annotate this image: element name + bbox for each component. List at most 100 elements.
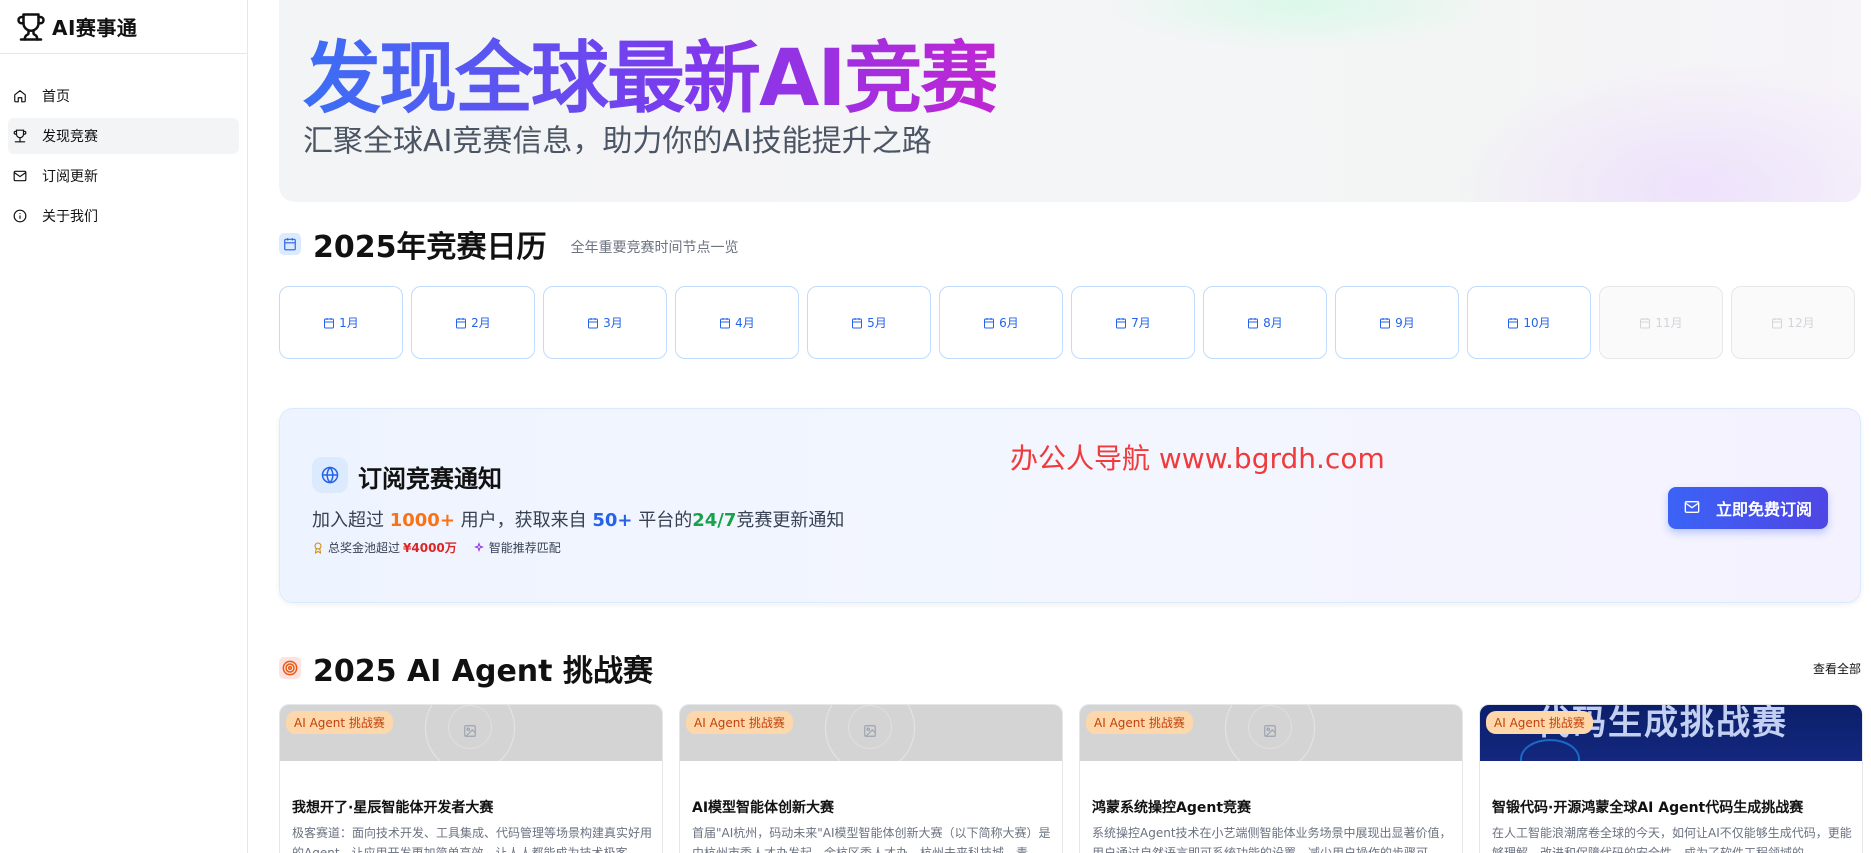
- card-title: 智锻代码·开源鸿蒙全球AI Agent代码生成挑战赛: [1492, 800, 1804, 816]
- sidebar-item-label: 关于我们: [42, 209, 98, 225]
- competition-card-list: AI Agent 挑战赛 我想开了·星辰智能体开发者大赛 极客赛道：面向技术开发…: [279, 704, 1863, 853]
- month-label: 12月: [1787, 316, 1815, 330]
- sidebar-item-discover[interactable]: 发现竞赛: [8, 118, 239, 154]
- category-badge: AI Agent 挑战赛: [1486, 711, 1593, 734]
- trophy-icon: [12, 128, 28, 144]
- home-icon: [12, 88, 28, 104]
- image-icon: [1264, 725, 1276, 737]
- card-description: 系统操控Agent技术在小艺端侧智能体业务场景中展现出显著价值，用户通过自然语言…: [1092, 826, 1452, 853]
- calendar-icon: [279, 233, 301, 255]
- sidebar-item-about[interactable]: 关于我们: [8, 198, 239, 234]
- month-button[interactable]: 6月: [939, 286, 1063, 359]
- month-button[interactable]: 1月: [279, 286, 403, 359]
- competition-card[interactable]: AI Agent 挑战赛 我想开了·星辰智能体开发者大赛 极客赛道：面向技术开发…: [279, 704, 663, 853]
- users-count: 1000+: [389, 510, 455, 531]
- agent-section-header: 2025 AI Agent 挑战赛: [279, 648, 653, 689]
- sidebar-item-home[interactable]: 首页: [8, 78, 239, 114]
- match-tag: 智能推荐匹配: [473, 539, 561, 556]
- month-label: 9月: [1395, 316, 1415, 330]
- image-icon: [864, 725, 876, 737]
- subscribe-button[interactable]: 立即免费订阅: [1668, 487, 1828, 529]
- brand-title: AI赛事通: [52, 16, 138, 40]
- watermark-text: 办公人导航 www.bgrdh.com: [1010, 442, 1385, 475]
- month-button[interactable]: 10月: [1467, 286, 1591, 359]
- calendar-icon: [1771, 317, 1783, 329]
- calendar-header: 2025年竞赛日历 全年重要竞赛时间节点一览: [279, 224, 739, 265]
- trophy-icon: [17, 12, 45, 41]
- agent-section-title: 2025 AI Agent 挑战赛: [313, 654, 653, 689]
- month-label: 2月: [471, 316, 491, 330]
- sidebar-item-label: 订阅更新: [42, 169, 98, 185]
- calendar-icon: [851, 317, 863, 329]
- month-button[interactable]: 3月: [543, 286, 667, 359]
- subscribe-description: 加入超过 1000+ 用户，获取来自 50+ 平台的24/7竞赛更新通知: [312, 506, 844, 532]
- prize-tag: 总奖金池超过 ¥4000万: [312, 539, 457, 556]
- sidebar-item-subscribe[interactable]: 订阅更新: [8, 158, 239, 194]
- brand[interactable]: AI赛事通: [0, 0, 247, 54]
- card-description: 极客赛道：面向技术开发、工具集成、代码管理等场景构建真实好用的Agent，让应用…: [292, 826, 653, 853]
- platform-count: 50+: [592, 510, 633, 531]
- calendar-icon: [719, 317, 731, 329]
- category-badge: AI Agent 挑战赛: [686, 711, 793, 734]
- prize-value: ¥4000万: [403, 541, 457, 555]
- competition-card[interactable]: AI Agent 挑战赛 AI模型智能体创新大赛 首届"AI杭州，码动未来"AI…: [679, 704, 1063, 853]
- hero-banner: 发现全球最新AI竞赛 汇聚全球AI竞赛信息，助力你的AI技能提升之路: [279, 0, 1861, 202]
- month-label: 11月: [1655, 316, 1683, 330]
- calendar-icon: [1379, 317, 1391, 329]
- month-button: 11月: [1599, 286, 1723, 359]
- target-icon: [279, 657, 301, 679]
- mail-icon: [1684, 499, 1702, 517]
- calendar-icon: [1639, 317, 1651, 329]
- sidebar-nav: 首页 发现竞赛 订阅更新 关于我们: [0, 54, 247, 234]
- month-label: 10月: [1523, 316, 1551, 330]
- card-description: 在人工智能浪潮席卷全球的今天，如何让AI不仅能够生成代码，更能够理解、改进和保障…: [1492, 826, 1852, 853]
- month-button[interactable]: 7月: [1071, 286, 1195, 359]
- calendar-icon: [1247, 317, 1259, 329]
- calendar-icon: [983, 317, 995, 329]
- calendar-icon: [587, 317, 599, 329]
- match-label: 智能推荐匹配: [488, 541, 561, 555]
- category-badge: AI Agent 挑战赛: [1086, 711, 1193, 734]
- sparkles-icon: [473, 541, 484, 552]
- card-title: AI模型智能体创新大赛: [692, 800, 835, 816]
- image-icon: [464, 725, 476, 737]
- month-button[interactable]: 5月: [807, 286, 931, 359]
- info-icon: [12, 208, 28, 224]
- card-title: 鸿蒙系统操控Agent竞赛: [1092, 800, 1252, 816]
- month-label: 3月: [603, 316, 623, 330]
- text-part: 平台的: [632, 510, 693, 531]
- sidebar-item-label: 发现竞赛: [42, 129, 98, 145]
- text-part: 竞赛更新通知: [736, 510, 845, 531]
- award-icon: [314, 542, 322, 554]
- card-title: 我想开了·星辰智能体开发者大赛: [292, 800, 494, 816]
- category-badge: AI Agent 挑战赛: [286, 711, 393, 734]
- subscribe-card: 订阅竞赛通知 办公人导航 www.bgrdh.com 加入超过 1000+ 用户…: [279, 408, 1861, 603]
- month-button[interactable]: 4月: [675, 286, 799, 359]
- calendar-icon: [455, 317, 467, 329]
- hero-subtitle: 汇聚全球AI竞赛信息，助力你的AI技能提升之路: [303, 124, 932, 159]
- main-content: 发现全球最新AI竞赛 汇聚全球AI竞赛信息，助力你的AI技能提升之路 2025年…: [249, 0, 1871, 853]
- always-on-label: 24/7: [692, 510, 737, 531]
- competition-card[interactable]: AI Agent 挑战赛 鸿蒙系统操控Agent竞赛 系统操控Agent技术在小…: [1079, 704, 1463, 853]
- month-list: 1月 2月 3月 4月 5月 6月 7月 8月 9月 10月 11月 12月: [279, 286, 1855, 359]
- view-all-link[interactable]: 查看全部: [1813, 660, 1861, 677]
- calendar-icon: [1115, 317, 1127, 329]
- competition-card[interactable]: 代码生成挑战赛 AI Agent 挑战赛 智锻代码·开源鸿蒙全球AI Agent…: [1479, 704, 1863, 853]
- month-button[interactable]: 8月: [1203, 286, 1327, 359]
- card-description: 首届"AI杭州，码动未来"AI模型智能体创新大赛（以下简称大赛）是由杭州市委人才…: [692, 826, 1051, 853]
- calendar-icon: [323, 317, 335, 329]
- month-label: 1月: [339, 316, 359, 330]
- calendar-title: 2025年竞赛日历: [313, 230, 547, 265]
- sidebar-item-label: 首页: [42, 89, 70, 105]
- subscribe-button-label: 立即免费订阅: [1715, 500, 1812, 519]
- calendar-description: 全年重要竞赛时间节点一览: [570, 240, 739, 256]
- month-label: 8月: [1263, 316, 1283, 330]
- hero-title: 发现全球最新AI竞赛: [303, 16, 998, 128]
- subscribe-title: 订阅竞赛通知: [358, 465, 502, 493]
- globe-icon: [312, 457, 348, 493]
- month-label: 7月: [1131, 316, 1151, 330]
- month-button[interactable]: 9月: [1335, 286, 1459, 359]
- month-button[interactable]: 2月: [411, 286, 535, 359]
- month-label: 6月: [999, 316, 1019, 330]
- text-part: 加入超过: [312, 510, 390, 531]
